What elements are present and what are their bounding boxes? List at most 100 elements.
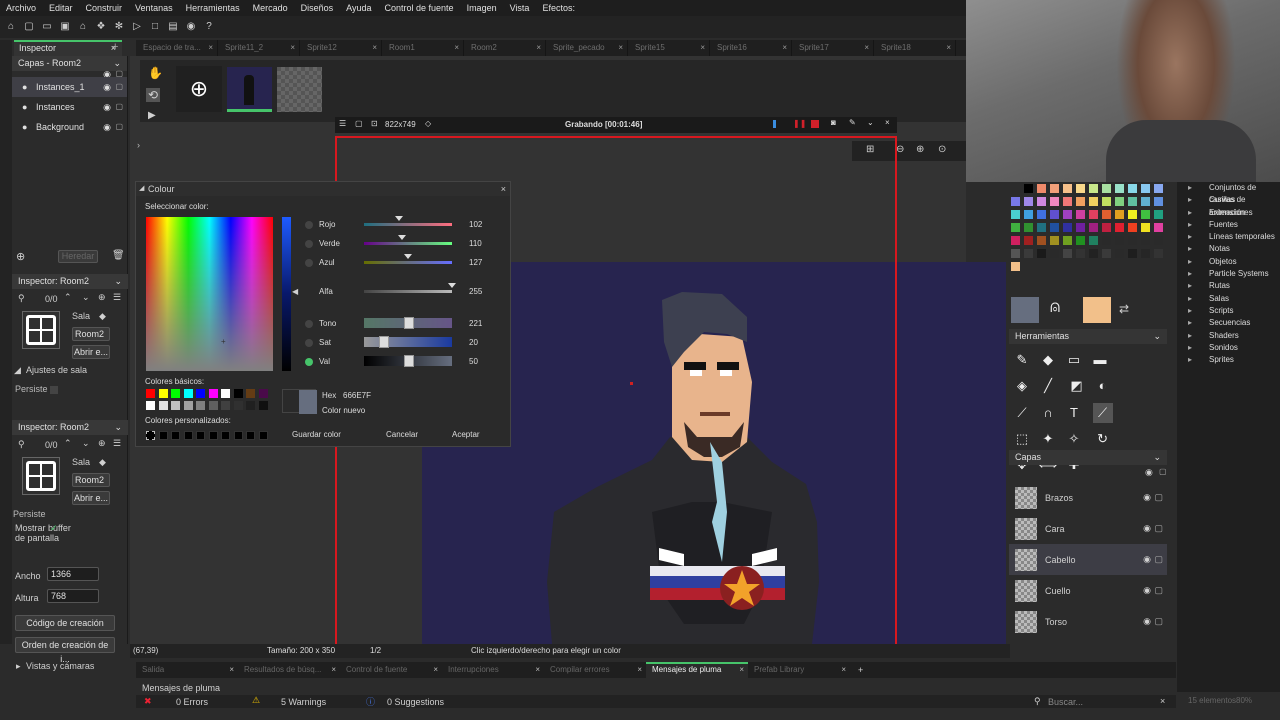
cancel-button[interactable]: Cancelar <box>386 430 418 439</box>
resource-folder[interactable]: Shaders <box>1177 330 1280 343</box>
channel-slider[interactable] <box>364 223 452 226</box>
open-editor-button[interactable]: Abrir e... <box>72 345 110 359</box>
zoom-out-icon[interactable]: ⊖ <box>896 144 904 155</box>
eye-icon[interactable]: ◉ <box>103 77 111 97</box>
colour-dialog-header[interactable]: ◢ Colour × <box>136 182 510 196</box>
palette-swatch[interactable] <box>1128 249 1137 258</box>
pencil-tool-icon[interactable]: ✎ <box>1012 350 1032 370</box>
home-icon[interactable]: ⌂ <box>4 20 18 34</box>
basic-color-swatch[interactable] <box>246 389 255 398</box>
close-icon[interactable]: × <box>841 662 846 678</box>
palette-swatch[interactable] <box>1128 197 1137 206</box>
resource-folder[interactable]: Sonidos <box>1177 342 1280 355</box>
menu-item[interactable]: Ayuda <box>346 3 371 13</box>
channel-value[interactable]: 110 <box>469 239 482 248</box>
channel-value[interactable]: 102 <box>469 220 482 229</box>
pencil-icon[interactable]: ✎ <box>849 118 856 127</box>
menu-item[interactable]: Construir <box>86 3 123 13</box>
hex-input[interactable]: 666E7F <box>343 391 371 400</box>
basic-color-swatch[interactable] <box>146 389 155 398</box>
lock-icon[interactable]: ▢ <box>1154 492 1163 503</box>
channel-slider[interactable] <box>364 337 452 347</box>
lock-icon[interactable]: ▢ <box>115 97 123 117</box>
slider-thumb[interactable] <box>404 254 412 259</box>
palette-swatch[interactable] <box>1102 184 1111 193</box>
custom-color-swatch[interactable] <box>158 431 168 440</box>
close-icon[interactable]: × <box>536 40 541 56</box>
resource-folder[interactable]: Líneas temporales <box>1177 231 1280 244</box>
lock-icon[interactable]: ▢ <box>1159 467 1167 476</box>
palette-swatch[interactable] <box>1115 210 1124 219</box>
menu-item[interactable]: Ventanas <box>135 3 173 13</box>
chevron-down-icon[interactable]: ⌄ <box>867 118 874 127</box>
palette-swatch[interactable] <box>1050 236 1059 245</box>
palette-swatch[interactable] <box>1141 197 1150 206</box>
close-icon[interactable]: × <box>535 662 540 678</box>
menu-icon[interactable]: ☰ <box>339 119 346 128</box>
basic-color-swatch[interactable] <box>183 401 193 410</box>
target-icon[interactable]: ◉ <box>184 20 198 34</box>
palette-swatch[interactable] <box>1128 184 1137 193</box>
layer-item[interactable]: ● Instances ◉ ▢ <box>12 97 127 117</box>
chevron-right-icon[interactable]: › <box>137 140 140 150</box>
output-tab[interactable]: Compilar errores × <box>544 662 646 678</box>
eye-icon[interactable]: ◉ <box>1143 616 1151 627</box>
frame-thumbnail-2[interactable] <box>277 67 322 112</box>
messages-search-input[interactable]: Buscar... <box>1048 697 1083 707</box>
palette-swatch[interactable] <box>1011 262 1020 271</box>
custom-color-swatch[interactable] <box>208 431 218 440</box>
inspector-1-header[interactable]: Inspector: Room2 ⌄ <box>12 274 128 289</box>
value-slider[interactable] <box>282 217 291 371</box>
chevron-down-icon[interactable]: ⌄ <box>82 292 90 303</box>
output-tab[interactable]: Salida × <box>136 662 238 678</box>
pin-icon[interactable]: ⊕ <box>98 438 106 449</box>
basic-color-swatch[interactable] <box>183 389 193 398</box>
output-tab[interactable]: Resultados de búsq... × <box>238 662 340 678</box>
clean-icon[interactable]: ▤ <box>166 20 180 34</box>
palette-swatch[interactable] <box>1102 197 1111 206</box>
workspace-tab[interactable]: Sprite18 × <box>874 40 956 56</box>
basic-color-swatch[interactable] <box>221 389 230 398</box>
palette-swatch[interactable] <box>1024 249 1033 258</box>
palette-swatch[interactable] <box>1063 223 1072 232</box>
play-icon[interactable]: ▶ <box>148 110 156 121</box>
channel-radio[interactable] <box>305 221 313 229</box>
tag-icon[interactable]: ◆ <box>99 311 106 322</box>
basic-color-swatch[interactable] <box>233 389 243 398</box>
close-icon[interactable]: × <box>229 662 234 678</box>
palette-swatch[interactable] <box>1037 223 1046 232</box>
palette-swatch[interactable] <box>1089 197 1098 206</box>
trash-icon[interactable]: 🗑 <box>112 250 125 261</box>
warning-icon[interactable]: ⚠ <box>252 695 260 706</box>
camera-icon[interactable]: ◙ <box>831 118 836 127</box>
eye-icon[interactable]: ◉ <box>1145 467 1153 478</box>
chevron-up-icon[interactable]: ⌃ <box>64 438 72 449</box>
room-name-field[interactable]: Room2 <box>72 473 110 487</box>
value-slider-arrow-icon[interactable]: ◀ <box>292 287 298 296</box>
palette-swatch[interactable] <box>1076 210 1085 219</box>
palette-swatch[interactable] <box>1063 197 1072 206</box>
slider-thumb[interactable] <box>448 283 456 288</box>
workspace-tab[interactable]: Sprite_pecado × <box>546 40 628 56</box>
channel-value[interactable]: 127 <box>469 258 482 267</box>
show-buffer-row[interactable]: Mostrar buffer de pantalla ✓ <box>12 523 72 565</box>
stop-icon[interactable]: □ <box>148 20 162 34</box>
palette-swatch[interactable] <box>1050 249 1059 258</box>
palette-swatch[interactable] <box>1011 223 1020 232</box>
custom-color-swatch[interactable] <box>196 431 205 440</box>
channel-slider[interactable] <box>364 242 452 245</box>
zoom-in-icon[interactable]: ⊕ <box>916 144 924 155</box>
resource-folder[interactable]: Curvas de animación <box>1177 194 1280 216</box>
custom-color-swatch[interactable] <box>183 431 193 440</box>
show-buffer-checkbox[interactable]: ✓ <box>50 523 58 533</box>
palette-swatch[interactable] <box>1115 184 1124 193</box>
channel-slider[interactable] <box>364 290 452 293</box>
save-color-button[interactable]: Guardar color <box>292 430 341 439</box>
resource-folder[interactable]: Conjuntos de casillas <box>1177 182 1280 204</box>
sprite-layer-item[interactable]: Cabello ◉ ▢ <box>1009 544 1167 575</box>
palette-swatch[interactable] <box>1115 249 1124 258</box>
output-tab[interactable]: Prefab Library × <box>748 662 850 678</box>
sprite-layer-item[interactable]: Cuello ◉ ▢ <box>1009 575 1167 606</box>
menu-item[interactable]: Diseños <box>301 3 334 13</box>
channel-radio[interactable] <box>305 320 313 328</box>
